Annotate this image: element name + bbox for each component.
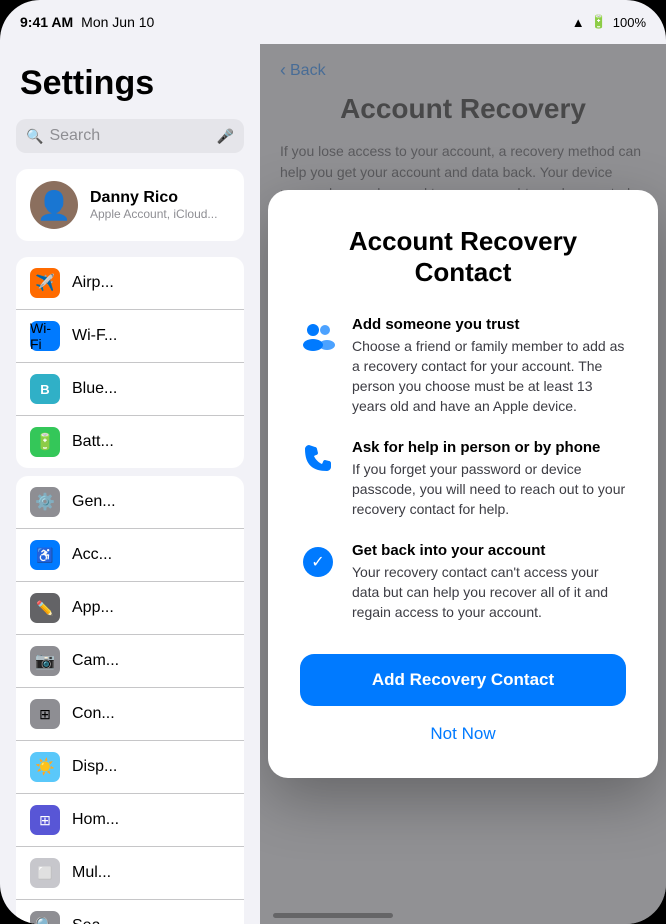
- feature-2-desc: If you forget your password or device pa…: [352, 459, 626, 520]
- feature-3-desc: Your recovery contact can't access your …: [352, 562, 626, 623]
- wifi-icon: ▲: [572, 15, 585, 30]
- sidebar-item-homescreen[interactable]: ⊞ Hom...: [16, 794, 244, 847]
- settings-group-2: ⚙️ Gen... ♿ Acc... ✏️ App... 📷 Cam... ⊞: [16, 476, 244, 924]
- search-icon: 🔍: [26, 128, 43, 145]
- battery-percent: 100%: [613, 15, 646, 30]
- homescreen-icon: ⊞: [30, 805, 60, 835]
- airplane-label: Airp...: [72, 274, 114, 292]
- sidebar: Settings 🔍 Search 🎤 👤 Danny Rico Apple A…: [0, 44, 260, 924]
- modal-feature-3: ✓ Get back into your account Your recove…: [300, 542, 626, 623]
- modal: Account Recovery Contact A: [268, 190, 658, 779]
- bluetooth-icon: B: [30, 374, 60, 404]
- battery-label: Batt...: [72, 433, 114, 451]
- camera-icon: 📷: [30, 646, 60, 676]
- feature-1-title: Add someone you trust: [352, 316, 626, 333]
- sidebar-item-control[interactable]: ⊞ Con...: [16, 688, 244, 741]
- sidebar-title: Settings: [0, 64, 260, 119]
- sidebar-item-wifi[interactable]: Wi-Fi Wi-F...: [16, 310, 244, 363]
- control-icon: ⊞: [30, 699, 60, 729]
- feature-2-title: Ask for help in person or by phone: [352, 439, 626, 456]
- settings-group-1: ✈️ Airp... Wi-Fi Wi-F... B Blue... 🔋 Bat…: [16, 257, 244, 468]
- modal-feature-2: Ask for help in person or by phone If yo…: [300, 439, 626, 520]
- search-bar[interactable]: 🔍 Search 🎤: [16, 119, 244, 153]
- right-panel: ‹ Back Account Recovery If you lose acce…: [260, 44, 666, 924]
- modal-title: Account Recovery Contact: [300, 226, 626, 288]
- search-settings-label: Sea...: [72, 917, 114, 924]
- phone-icon: [303, 443, 333, 475]
- accessibility-icon: ♿: [30, 540, 60, 570]
- user-info: Danny Rico Apple Account, iCloud...: [90, 189, 217, 221]
- avatar: 👤: [30, 181, 78, 229]
- sidebar-item-accessibility[interactable]: ♿ Acc...: [16, 529, 244, 582]
- multitask-icon: ⬜: [30, 858, 60, 888]
- control-label: Con...: [72, 705, 115, 723]
- general-label: Gen...: [72, 493, 116, 511]
- pencil-label: App...: [72, 599, 114, 617]
- modal-feature-1: Add someone you trust Choose a friend or…: [300, 316, 626, 417]
- sidebar-item-battery[interactable]: 🔋 Batt...: [16, 416, 244, 468]
- user-name: Danny Rico: [90, 189, 217, 207]
- bluetooth-label: Blue...: [72, 380, 117, 398]
- display-label: Disp...: [72, 758, 117, 776]
- multitask-label: Mul...: [72, 864, 111, 882]
- feature-1-icon-wrap: [300, 318, 336, 354]
- status-date: Mon Jun 10: [81, 14, 154, 30]
- sidebar-item-bluetooth[interactable]: B Blue...: [16, 363, 244, 416]
- battery-settings-icon: 🔋: [30, 427, 60, 457]
- avatar-image: 👤: [37, 189, 72, 222]
- sidebar-item-multitasking[interactable]: ⬜ Mul...: [16, 847, 244, 900]
- camera-label: Cam...: [72, 652, 119, 670]
- sidebar-item-airplane[interactable]: ✈️ Airp...: [16, 257, 244, 310]
- modal-overlay: Account Recovery Contact A: [260, 44, 666, 924]
- feature-3-title: Get back into your account: [352, 542, 626, 559]
- add-recovery-contact-button[interactable]: Add Recovery Contact: [300, 654, 626, 706]
- accessibility-label: Acc...: [72, 546, 112, 564]
- sidebar-item-search[interactable]: 🔍 Sea...: [16, 900, 244, 924]
- checkmark-icon: ✓: [303, 547, 333, 577]
- sidebar-item-display[interactable]: ☀️ Disp...: [16, 741, 244, 794]
- pencil-icon: ✏️: [30, 593, 60, 623]
- airplane-icon: ✈️: [30, 268, 60, 298]
- sidebar-item-general[interactable]: ⚙️ Gen...: [16, 476, 244, 529]
- mic-icon: 🎤: [217, 128, 234, 145]
- general-icon: ⚙️: [30, 487, 60, 517]
- feature-1-desc: Choose a friend or family member to add …: [352, 336, 626, 417]
- not-now-button[interactable]: Not Now: [300, 720, 626, 748]
- status-bar: 9:41 AM Mon Jun 10 ▲ 🔋 100%: [0, 0, 666, 44]
- sidebar-item-applepencil[interactable]: ✏️ App...: [16, 582, 244, 635]
- feature-2-text: Ask for help in person or by phone If yo…: [352, 439, 626, 520]
- search-input[interactable]: Search: [49, 127, 210, 145]
- feature-1-text: Add someone you trust Choose a friend or…: [352, 316, 626, 417]
- user-profile[interactable]: 👤 Danny Rico Apple Account, iCloud...: [16, 169, 244, 241]
- people-icon: [300, 321, 336, 351]
- user-subtitle: Apple Account, iCloud...: [90, 207, 217, 221]
- status-time: 9:41 AM: [20, 14, 73, 30]
- battery-icon: 🔋: [591, 14, 607, 30]
- feature-3-text: Get back into your account Your recovery…: [352, 542, 626, 623]
- ipad-frame: 9:41 AM Mon Jun 10 ▲ 🔋 100% Settings 🔍 S…: [0, 0, 666, 924]
- display-icon: ☀️: [30, 752, 60, 782]
- sidebar-item-camera[interactable]: 📷 Cam...: [16, 635, 244, 688]
- wifi-label: Wi-F...: [72, 327, 117, 345]
- feature-2-icon-wrap: [300, 441, 336, 477]
- main-content: Settings 🔍 Search 🎤 👤 Danny Rico Apple A…: [0, 44, 666, 924]
- search-settings-icon: 🔍: [30, 911, 60, 924]
- status-icons: ▲ 🔋 100%: [572, 14, 646, 30]
- feature-3-icon-wrap: ✓: [300, 544, 336, 580]
- wifi-settings-icon: Wi-Fi: [30, 321, 60, 351]
- homescreen-label: Hom...: [72, 811, 119, 829]
